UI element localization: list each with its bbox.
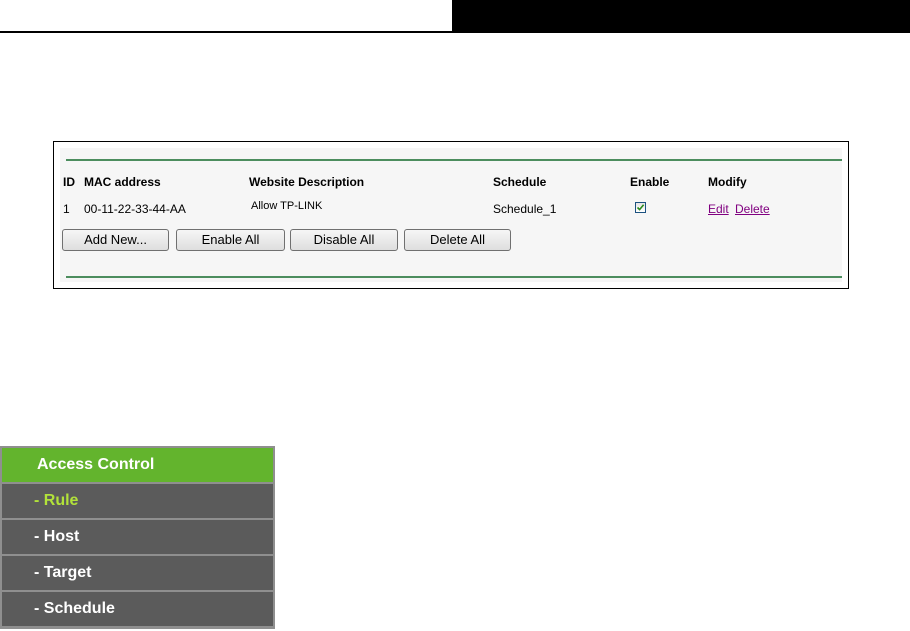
menu-header-access-control[interactable]: Access Control: [2, 448, 273, 482]
menu-item-host[interactable]: - Host: [2, 520, 273, 554]
column-header-modify: Modify: [708, 175, 747, 189]
disable-all-button[interactable]: Disable All: [290, 229, 398, 251]
row-website-description: Allow TP-LINK: [251, 200, 323, 212]
table-bottom-divider: [66, 276, 842, 278]
header-black-bar: [452, 0, 910, 33]
delete-all-button[interactable]: Delete All: [404, 229, 511, 251]
column-header-id: ID: [63, 175, 75, 189]
header-rule-line: [0, 31, 452, 33]
row-mac-address: 00-11-22-33-44-AA: [84, 202, 186, 216]
column-header-schedule: Schedule: [493, 175, 547, 189]
menu-item-rule[interactable]: - Rule: [2, 484, 273, 518]
table-top-divider: [66, 159, 842, 161]
row-schedule: Schedule_1: [493, 202, 557, 216]
edit-link[interactable]: Edit: [708, 202, 729, 216]
column-header-mac-address: MAC address: [84, 175, 161, 189]
access-control-menu: Access Control - Rule - Host - Target - …: [0, 446, 275, 629]
column-header-enable: Enable: [630, 175, 670, 189]
column-header-website-description: Website Description: [249, 175, 365, 189]
row-id: 1: [63, 202, 70, 216]
rule-table-background: ID MAC address Website Description Sched…: [60, 148, 842, 282]
menu-item-target[interactable]: - Target: [2, 556, 273, 590]
delete-link[interactable]: Delete: [735, 202, 770, 216]
menu-item-schedule[interactable]: - Schedule: [2, 592, 273, 626]
enable-all-button[interactable]: Enable All: [176, 229, 285, 251]
check-icon: [636, 204, 645, 211]
rule-table-panel: ID MAC address Website Description Sched…: [53, 141, 849, 289]
enable-checkbox[interactable]: [635, 202, 646, 213]
add-new-button[interactable]: Add New...: [62, 229, 169, 251]
